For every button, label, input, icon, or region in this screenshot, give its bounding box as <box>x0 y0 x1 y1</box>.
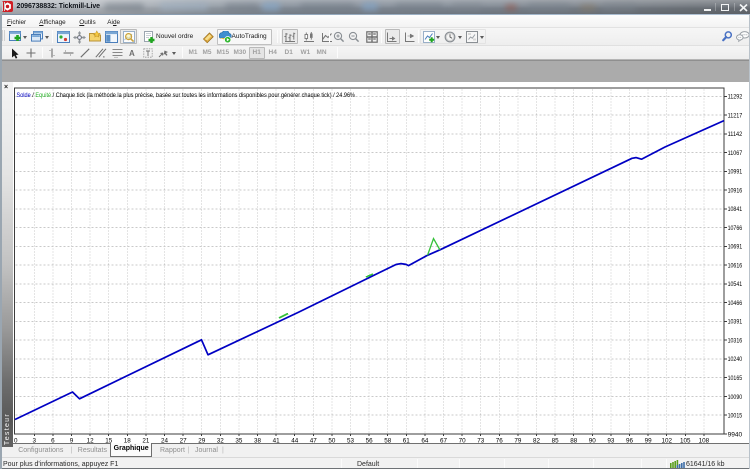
svg-text:11142: 11142 <box>728 131 743 138</box>
svg-text:10916: 10916 <box>728 187 743 194</box>
svg-text:10316: 10316 <box>728 338 743 345</box>
svg-text:10165: 10165 <box>728 375 743 382</box>
svg-text:9940: 9940 <box>728 431 743 438</box>
svg-text:11217: 11217 <box>728 112 743 119</box>
svg-text:10991: 10991 <box>728 169 743 176</box>
svg-text:10541: 10541 <box>728 281 743 288</box>
svg-text:10691: 10691 <box>728 244 743 251</box>
svg-text:10616: 10616 <box>728 262 743 269</box>
svg-text:10090: 10090 <box>728 394 743 401</box>
svg-text:10015: 10015 <box>728 413 743 420</box>
svg-text:11067: 11067 <box>728 150 743 157</box>
svg-text:10391: 10391 <box>728 319 743 326</box>
svg-text:10240: 10240 <box>728 356 743 363</box>
svg-text:10766: 10766 <box>728 225 743 232</box>
svg-text:10466: 10466 <box>728 300 743 307</box>
svg-text:Solde / Equité / Chaque tick (: Solde / Equité / Chaque tick (la méthode… <box>17 92 356 99</box>
svg-text:10841: 10841 <box>728 206 743 213</box>
svg-text:11292: 11292 <box>728 94 743 101</box>
